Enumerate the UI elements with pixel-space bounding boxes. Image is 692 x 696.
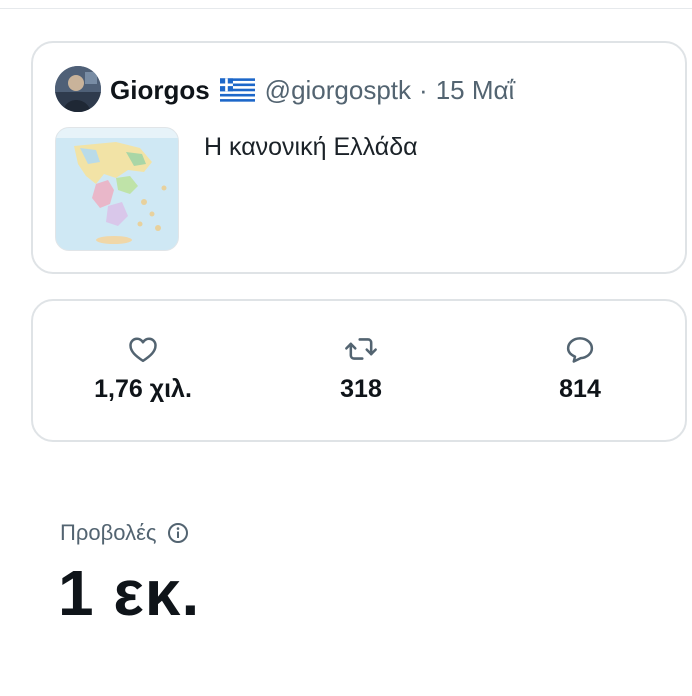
tweet-date[interactable]: 15 Μαΐ [436,75,515,106]
quoted-tweet-card[interactable]: Giorgos @giorgosptk · 15 Μαΐ Η κανονική … [31,41,687,274]
tweet-header: Giorgos @giorgosptk · 15 Μαΐ [110,73,514,107]
likes-count: 1,76 χιλ. [94,375,192,403]
reposts-count: 318 [340,375,382,403]
greece-map-thumbnail[interactable] [55,127,179,251]
greek-flag-icon [219,78,255,102]
reposts-stat[interactable]: 318 [276,335,446,404]
user-handle[interactable]: @giorgosptk [265,75,411,106]
views-label: Προβολές [60,520,157,545]
views-label-row: Προβολές [60,520,189,546]
reply-bubble-icon[interactable] [495,335,665,363]
heart-icon[interactable] [58,335,228,363]
display-name[interactable]: Giorgos [110,75,210,106]
top-divider [0,8,692,9]
engagement-stats-card: 1,76 χιλ. 318 814 [31,299,687,442]
replies-count: 814 [559,375,601,403]
repost-icon[interactable] [276,335,446,363]
info-icon[interactable] [167,522,189,544]
likes-stat[interactable]: 1,76 χιλ. [58,335,228,404]
avatar[interactable] [55,66,101,112]
separator-dot: · [419,74,428,105]
tweet-text: Η κανονική Ελλάδα [204,133,418,161]
views-count: 1 εκ. [58,557,201,629]
replies-stat[interactable]: 814 [495,335,665,404]
